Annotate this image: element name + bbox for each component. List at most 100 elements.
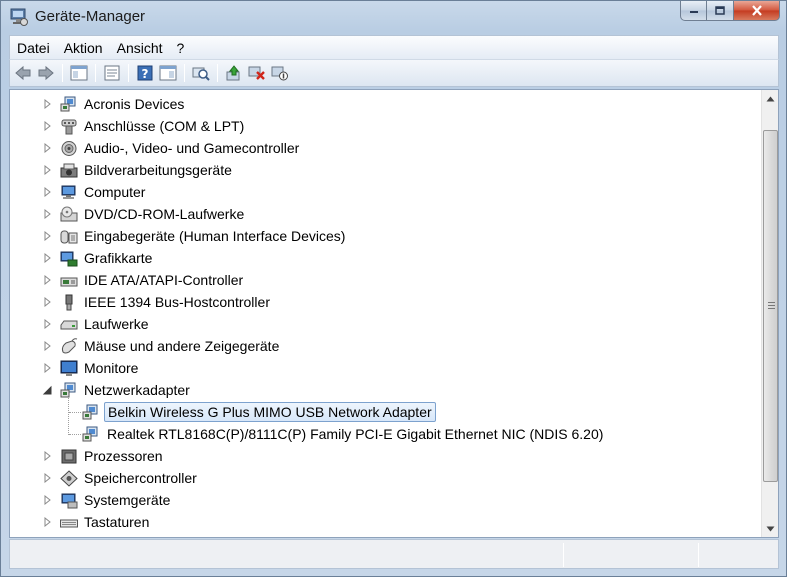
action-pane-button[interactable] <box>157 62 179 84</box>
help-button[interactable]: ? <box>134 62 156 84</box>
expand-arrow-icon <box>44 495 51 505</box>
tree-item-realtek-adapter[interactable]: Realtek RTL8168C(P)/8111C(P) Family PCI-… <box>10 423 762 445</box>
menu-datei[interactable]: Datei <box>10 40 57 56</box>
menu-aktion[interactable]: Aktion <box>57 40 110 56</box>
expand-arrow-icon <box>44 341 51 351</box>
processor-icon <box>61 449 77 464</box>
tree-item-label: Systemgeräte <box>84 492 171 508</box>
toolbar-separator <box>217 64 218 82</box>
svg-text:?: ? <box>142 67 149 81</box>
tree-item-label: Laufwerke <box>84 316 149 332</box>
expand-arrow-icon <box>44 143 51 153</box>
expand-arrow-icon <box>44 473 51 483</box>
toolbar-separator <box>62 64 63 82</box>
expand-arrow-icon <box>44 209 51 219</box>
tree-item-label: Netzwerkadapter <box>84 382 190 398</box>
tree-item-label: Grafikkarte <box>84 250 153 266</box>
menu-ansicht[interactable]: Ansicht <box>110 40 170 56</box>
close-icon <box>751 5 762 16</box>
tree-item-label: Tastaturen <box>84 514 150 530</box>
tree-item-label: Computer <box>84 184 146 200</box>
tree-item-label: Acronis Devices <box>84 96 185 112</box>
scan-hardware-button[interactable] <box>190 62 212 84</box>
scan-hardware-changes-icon <box>192 67 210 81</box>
close-button[interactable] <box>734 1 780 21</box>
update-driver-button[interactable] <box>223 62 245 84</box>
mouse-icon <box>61 338 78 354</box>
toolbar-separator <box>95 64 96 82</box>
tree-item-label: Speichercontroller <box>84 470 197 486</box>
network-icon <box>60 96 76 112</box>
disable-device-button[interactable] <box>269 62 291 84</box>
properties-button[interactable] <box>101 62 123 84</box>
expand-arrow-icon <box>44 451 51 461</box>
tree-item-monitors[interactable]: Monitore <box>10 357 762 379</box>
tree-item-drives[interactable]: Laufwerke <box>10 313 762 335</box>
tree-item-mice[interactable]: Mäuse und andere Zeigegeräte <box>10 335 762 357</box>
update-driver-icon <box>226 65 240 81</box>
maximize-button[interactable] <box>707 1 734 21</box>
device-manager-window: Geräte-Manager Datei Aktion Ansicht ? ? … <box>0 0 787 577</box>
system-devices-icon <box>61 493 78 509</box>
tree-item-label: Eingabegeräte (Human Interface Devices) <box>84 228 346 244</box>
minimize-icon <box>689 10 698 13</box>
forward-button[interactable] <box>35 62 57 84</box>
tree-item-label: Realtek RTL8168C(P)/8111C(P) Family PCI-… <box>107 426 604 442</box>
status-bar <box>9 539 779 569</box>
disk-drive-icon <box>60 320 78 330</box>
device-tree: Acronis Devices Anschlüsse (COM & LPT) A… <box>10 93 762 533</box>
console-tree-button[interactable] <box>68 62 90 84</box>
back-icon <box>15 65 31 81</box>
storage-controller-icon <box>60 470 78 487</box>
tree-item-belkin-adapter[interactable]: Belkin Wireless G Plus MIMO USB Network … <box>10 401 762 423</box>
tree-item-ports[interactable]: Anschlüsse (COM & LPT) <box>10 115 762 137</box>
expand-arrow-icon <box>44 297 51 307</box>
tree-item-processors[interactable]: Prozessoren <box>10 445 762 467</box>
back-button[interactable] <box>12 62 34 84</box>
tree-item-dvd-cd-rom[interactable]: DVD/CD-ROM-Laufwerke <box>10 203 762 225</box>
tree-item-system-devices[interactable]: Systemgeräte <box>10 489 762 511</box>
tree-item-ide-ata[interactable]: IDE ATA/ATAPI-Controller <box>10 269 762 291</box>
thumb-grip <box>768 305 775 306</box>
expand-arrow-icon <box>44 363 51 373</box>
tree-item-label: Bildverarbeitungsgeräte <box>84 162 232 178</box>
title-bar[interactable]: Geräte-Manager <box>1 1 786 33</box>
uninstall-button[interactable] <box>246 62 268 84</box>
minimize-button[interactable] <box>680 1 707 21</box>
network-adapter-icon <box>82 426 98 442</box>
properties-icon <box>104 65 120 81</box>
window-controls <box>680 1 780 21</box>
network-adapter-icon <box>60 382 76 398</box>
expand-arrow-icon <box>44 231 51 241</box>
tree-item-imaging-devices[interactable]: Bildverarbeitungsgeräte <box>10 159 762 181</box>
scroll-thumb[interactable] <box>763 130 778 482</box>
expand-arrow-icon <box>44 319 51 329</box>
tree-item-network-adapters[interactable]: Netzwerkadapter <box>10 379 762 401</box>
maximize-icon <box>715 6 725 15</box>
hid-icon <box>60 230 78 244</box>
tree-item-storage-controllers[interactable]: Speichercontroller <box>10 467 762 489</box>
scroll-up-button[interactable] <box>762 90 778 107</box>
tree-item-graphics-card[interactable]: Grafikkarte <box>10 247 762 269</box>
tree-item-label: IEEE 1394 Bus-Hostcontroller <box>84 294 270 310</box>
tree-item-keyboards[interactable]: Tastaturen <box>10 511 762 533</box>
tree-item-label: Anschlüsse (COM & LPT) <box>84 118 245 134</box>
expand-arrow-icon <box>44 121 51 131</box>
scroll-down-button[interactable] <box>762 520 778 537</box>
toolbar: ? <box>9 59 779 87</box>
vertical-scrollbar[interactable] <box>761 90 778 537</box>
tree-item-label: IDE ATA/ATAPI-Controller <box>84 272 244 288</box>
tree-item-label: Audio-, Video- und Gamecontroller <box>84 140 300 156</box>
menu-help[interactable]: ? <box>170 40 192 56</box>
tree-item-label: Belkin Wireless G Plus MIMO USB Network … <box>104 402 436 422</box>
network-adapter-icon <box>82 404 98 420</box>
tree-item-audio-video[interactable]: Audio-, Video- und Gamecontroller <box>10 137 762 159</box>
scroll-up-icon <box>766 96 775 101</box>
tree-item-computer[interactable]: Computer <box>10 181 762 203</box>
tree-item-acronis-devices[interactable]: Acronis Devices <box>10 93 762 115</box>
tree-item-ieee1394[interactable]: IEEE 1394 Bus-Hostcontroller <box>10 291 762 313</box>
scroll-down-icon <box>766 526 775 531</box>
tree-item-hid[interactable]: Eingabegeräte (Human Interface Devices) <box>10 225 762 247</box>
window-title: Geräte-Manager <box>35 8 146 25</box>
ide-controller-icon <box>60 277 78 287</box>
